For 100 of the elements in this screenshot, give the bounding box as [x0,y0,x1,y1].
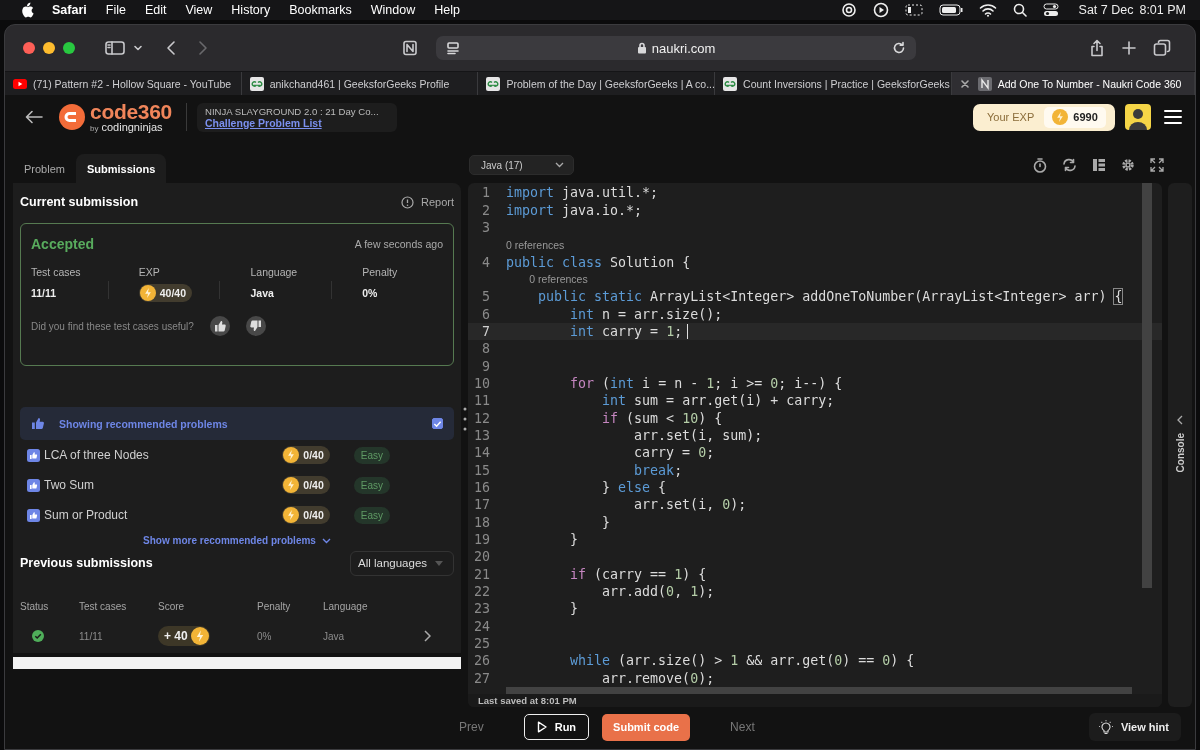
panel-tab[interactable]: Submissions [75,154,167,183]
menu-item[interactable]: File [105,3,126,17]
minimize-window-button[interactable] [43,42,55,54]
back-icon[interactable] [165,40,177,56]
line-number: 10 [473,375,490,391]
zoom-window-button[interactable] [63,42,75,54]
language-select[interactable]: All languages [350,550,454,576]
apple-icon [20,2,34,18]
code-line: int n = arr.size(); [569,305,723,323]
difficulty-tag: Easy [353,476,390,494]
battery-icon[interactable] [938,4,963,16]
address-bar[interactable]: naukri.com [436,36,916,60]
problem-link[interactable]: LCA of three Nodes [44,448,149,462]
avatar[interactable] [1125,104,1151,130]
line-number: 26 [473,653,490,669]
code-line: if (carry == 1) { [569,565,707,583]
sidebar-icon[interactable] [105,40,125,56]
difficulty-tag: Easy [353,446,390,464]
code-line: arr.remove(0); [601,669,715,687]
check-circle-icon [32,630,44,642]
horizontal-scrollbar[interactable] [506,686,1132,695]
browser-tab[interactable]: Add One To Number - Naukri Code 360 [951,72,1195,95]
toggle-icon[interactable] [1042,3,1059,17]
share-icon[interactable] [1089,39,1105,57]
run-button[interactable]: Run [523,714,590,740]
line-number: 16 [473,480,490,495]
wifi-icon[interactable] [978,3,997,17]
section-title: Previous submissions [20,556,153,570]
column-header: Status [20,599,50,614]
line-number: 20 [473,549,490,565]
menu-bar-clock: 8:01 PM [1139,3,1186,17]
tabs-icon[interactable] [1153,39,1171,57]
line-number: 27 [473,670,490,686]
line-number: 2 [481,202,490,218]
code-line: import java.io.*; [505,201,643,219]
code-lens[interactable]: 0 references [506,238,565,251]
code-line: for (int i = n - 1; i >= 0; i--) { [569,374,843,393]
problem-link[interactable]: Sum or Product [44,508,128,522]
code-line: break; [633,461,683,479]
plus-icon[interactable] [1121,40,1137,56]
menu-icon[interactable] [1163,109,1183,125]
code-line: if (sum < 10) { [601,409,723,427]
forward-icon[interactable] [197,40,209,56]
app-menu[interactable]: Safari [52,3,87,17]
refresh-icon[interactable] [1062,158,1077,172]
caret-icon[interactable] [133,43,143,53]
line-number: 15 [473,462,490,478]
chevron-left-icon [1177,415,1183,425]
bulb-icon [1098,720,1113,734]
search-icon[interactable] [1012,3,1027,17]
menu-item[interactable]: View [185,3,213,17]
bolt-icon [139,285,156,301]
checkbox[interactable] [432,418,443,429]
timer-icon[interactable] [1033,157,1047,173]
menu-item[interactable]: History [231,3,271,17]
close-icon[interactable] [959,78,970,89]
stat-label: Penalty [362,266,399,278]
code-lens[interactable]: 0 references [529,273,588,286]
exp-value: 40/40 [159,287,186,299]
problem-link[interactable]: Two Sum [44,478,94,492]
menu-item[interactable]: Edit [144,3,167,17]
back-arrow-icon[interactable] [25,110,43,124]
console-tab[interactable]: Console [1168,183,1192,707]
exp-value: 0/40 [303,509,324,521]
table-cell-text: 11/11 [79,629,104,644]
menu-bar-date: Sat 7 Dec [1078,3,1134,17]
code-line: arr.add(0, 1); [601,583,715,601]
thumbs-up-button[interactable] [209,316,230,336]
menu-item[interactable]: Bookmarks [289,3,352,17]
challenge-title: NINJA SLAYGROUND 2.0 : 21 Day Co... [204,105,380,117]
reload-icon[interactable] [892,41,906,55]
line-number: 13 [473,428,490,443]
dashed-frame-icon[interactable] [904,3,923,17]
challenge-link[interactable]: Challenge Problem List [204,116,389,129]
menu-item[interactable]: Window [370,3,416,17]
panel-tab[interactable]: Problem [13,154,76,183]
code-line: public static ArrayList<Integer> addOneToNumber(ArrayList<Integer> arr) { [537,288,1123,306]
line-number: 18 [473,514,490,530]
report-button[interactable]: Report [400,195,454,209]
code-editor[interactable] [468,183,1162,707]
settings-icon[interactable] [1121,158,1135,172]
video-icon [13,78,27,89]
menu-item[interactable]: Help [434,3,460,17]
chevron-right-icon[interactable] [424,630,431,642]
prev-button[interactable]: Prev [459,720,484,734]
view-hint-button[interactable]: View hint [1088,713,1181,741]
line-number: 3 [481,219,490,235]
thumbs-up-icon [213,320,226,332]
address-text: naukri.com [651,40,716,56]
thumbs-down-button[interactable] [245,316,266,336]
language-dropdown[interactable]: Java (17) [469,155,574,175]
drag-handle-icon[interactable] [463,407,467,431]
show-more-link[interactable]: Show more recommended problems [143,535,331,546]
play-circle-icon[interactable] [872,2,889,18]
close-window-button[interactable] [23,42,35,54]
layout-icon[interactable] [1092,158,1106,172]
stat-label: Test cases [31,266,82,278]
vertical-scrollbar[interactable] [1142,183,1152,588]
expand-icon[interactable] [1150,158,1164,172]
next-button[interactable]: Next [730,720,755,734]
